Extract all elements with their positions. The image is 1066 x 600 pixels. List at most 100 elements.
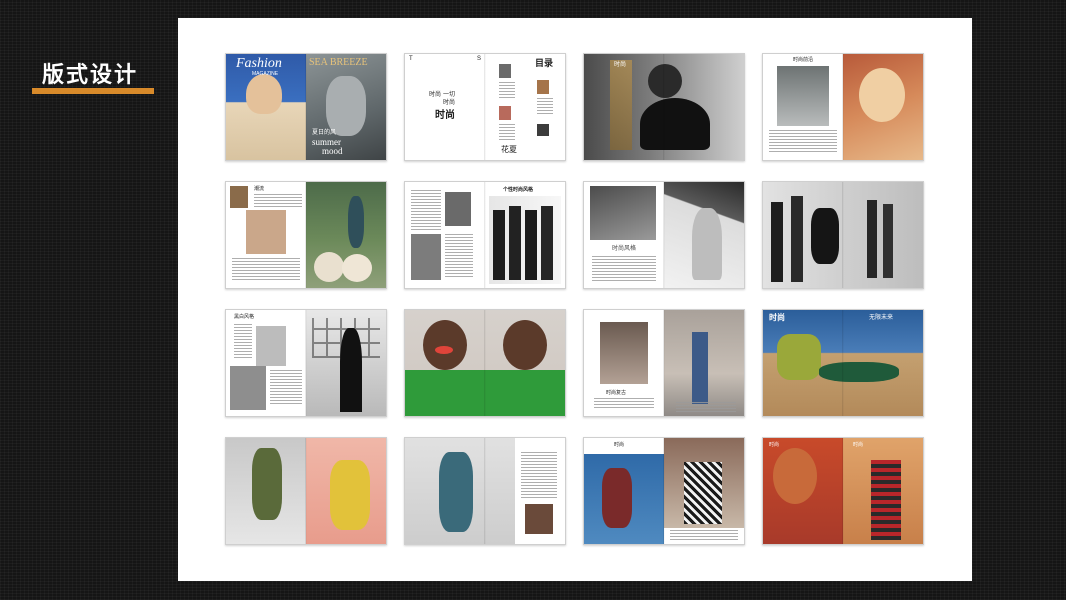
toc-thumb-3 [499,106,511,120]
bottom-text [676,402,736,412]
right-model [326,76,366,136]
model-legs [819,362,899,382]
right-bottom-title: 花夏 [501,145,517,154]
left-text [769,130,837,154]
hair-left [423,320,467,370]
photo-1 [445,192,471,226]
spread-r3-c4[interactable]: 时尚 无限未来 [762,309,924,417]
right-model [330,460,370,530]
car-photo [590,186,656,240]
toc-thumb-1 [499,64,511,78]
left-line-1: 时尚 [429,92,442,98]
figure-3 [525,210,537,280]
spread-r4-c4[interactable]: 时尚 时尚 [762,437,924,545]
toc-thumb-2 [537,80,549,94]
photo-2 [230,366,266,410]
slide-title: 版式设计 [42,63,139,88]
model-coat [777,334,821,380]
right-title: SEA BREEZE [309,57,368,68]
body-text [232,258,300,282]
photo-2 [411,234,441,280]
model [439,452,473,532]
spread-r4-c3[interactable]: 时尚 [583,437,745,545]
portrait-photo [600,322,648,384]
spread-r3-c1[interactable]: 黑白风格 [225,309,387,417]
green-coats [405,370,565,416]
spread-r2-c4[interactable] [762,181,924,289]
right-title: 无限未来 [869,315,894,321]
text-col-2 [270,370,302,406]
small-photo [230,186,248,208]
left-model [252,448,282,520]
head: 黑白风格 [234,314,255,320]
head: 潮流 [254,186,265,192]
figure-1 [493,210,505,280]
letter-t: T [409,56,413,62]
gold-strip [610,60,632,150]
spread-r2-c3[interactable]: 时尚风格 [583,181,745,289]
small-photo [525,504,553,534]
toc-title: 目录 [535,58,554,68]
model [340,328,362,412]
letter-s: S [477,56,482,62]
figure-1 [771,202,783,282]
bottom-text [670,530,738,540]
text-col [521,452,557,498]
figure-3 [867,200,877,278]
right-model [859,68,905,122]
striped-outfit [871,460,901,540]
big-title: 时尚 [435,110,455,121]
text-col-2 [445,234,473,278]
spread-r1-c4[interactable]: 时尚前沿 [762,53,924,161]
intro-text [254,194,302,208]
left-model [602,468,632,528]
head: 时尚前沿 [793,57,814,63]
spread-r3-c3[interactable]: 时尚复古 [583,309,745,417]
left-photo [777,66,829,126]
spread-r2-c2[interactable]: 个性时尚风格 [404,181,566,289]
figure-4 [541,206,553,280]
spread-r1-c1[interactable]: Fashion MAGAZINE SEA BREEZE 夏日的风 summer … [225,53,387,161]
side-title: 时尚 [614,62,627,68]
text-col [234,324,252,360]
layout-board: Fashion MAGAZINE SEA BREEZE 夏日的风 summer … [178,18,972,581]
text-col-1 [411,190,441,230]
caption-text [594,398,654,410]
slide-title-badge: 版式设计 [32,62,154,94]
bw-photo [584,54,744,160]
spread-r3-c2[interactable] [404,309,566,417]
portrait-photo [246,210,286,254]
head: 时尚风格 [612,246,637,252]
head: 时尚 [614,442,625,448]
right-cn: 夏日的风 [312,130,337,136]
model-dress [640,98,710,150]
left-model-hair [773,448,817,504]
spread-r1-c2[interactable]: T S 时尚 一切 时尚 时尚 目录 花夏 [404,53,566,161]
toc-text-2 [537,98,553,116]
checked-coat [684,462,722,524]
sheep-2 [342,254,372,282]
masthead-sub: MAGAZINE [252,71,279,77]
glasses [435,346,453,354]
toc-text-3 [499,124,515,140]
spread-r4-c1[interactable] [225,437,387,545]
figure-4 [883,204,893,278]
figure-2 [509,206,521,280]
model-head [648,64,682,98]
left-line-3: 时尚 [443,100,456,106]
spread-r4-c2[interactable] [404,437,566,545]
photo-1 [256,326,286,366]
hair-right [503,320,547,370]
model-figure [348,196,364,248]
mood-2: mood [322,146,343,156]
left-head: 时尚 [769,442,780,448]
sheep-1 [314,252,344,282]
left-line-2: 一切 [443,92,456,98]
model [692,208,722,280]
spread-r1-c3[interactable]: 时尚 [583,53,745,161]
right-head: 时尚 [853,442,864,448]
model [692,332,708,404]
model-portrait [246,74,282,114]
street-photo [763,182,923,288]
spread-r2-c1[interactable]: 潮流 [225,181,387,289]
